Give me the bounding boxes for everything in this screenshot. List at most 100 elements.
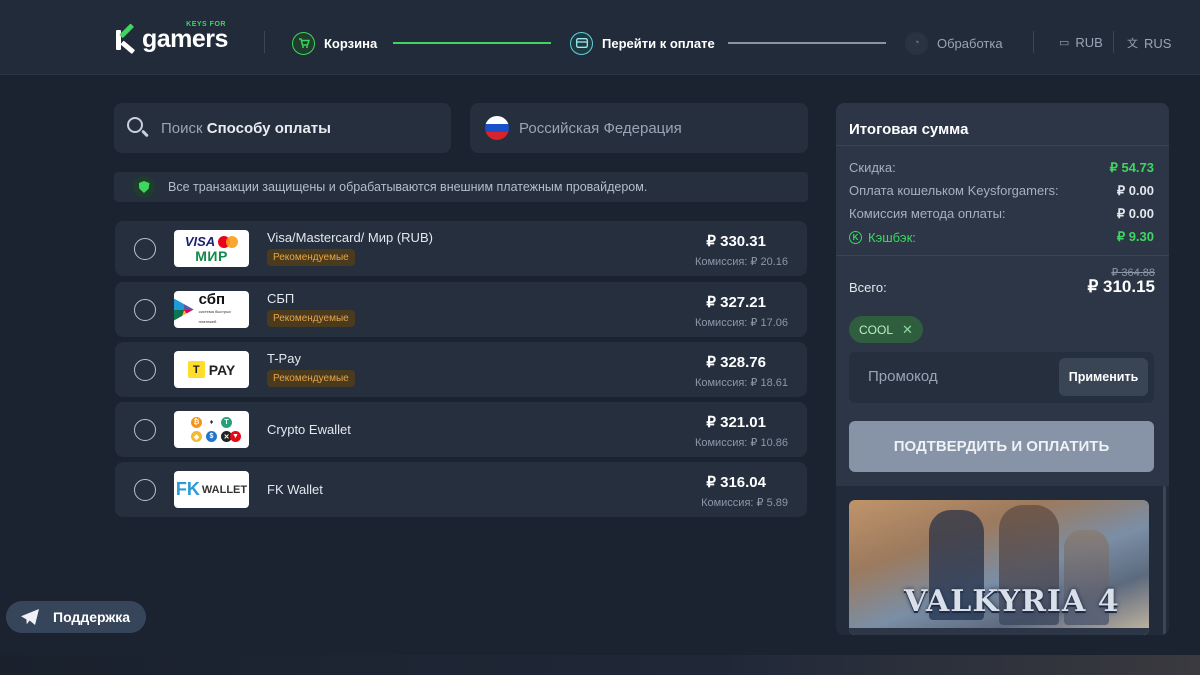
method-price: ₽ 316.04 (706, 474, 766, 491)
method-price: ₽ 327.21 (706, 294, 766, 311)
discount-row: Скидка: ₽ 54.73 (849, 160, 1154, 175)
usdc-icon: $ (206, 431, 217, 442)
step-label: Обработка (937, 35, 1003, 51)
method-fee: Комиссия: ₽ 5.89 (701, 497, 788, 509)
radio-button[interactable] (134, 359, 156, 381)
method-price: ₽ 328.76 (706, 354, 766, 371)
method-name: FK Wallet (267, 482, 323, 497)
recommended-badge: Рекомендуемые (267, 249, 355, 266)
total-label: Всего: (849, 280, 887, 295)
country-label: Российская Федерация (519, 119, 682, 137)
method-name: Visa/Mastercard/ Мир (RUB) (267, 230, 433, 245)
crypto-logos: ₿ ♦ T ◆ $ ✕ ▼ (174, 411, 249, 448)
method-fee: Комиссия: ₽ 17.06 (694, 317, 788, 329)
product-preview: VALKYRIA 4 (836, 486, 1169, 635)
wallet-icon: ▭ (1059, 37, 1070, 49)
game-title: VALKYRIA 4 (904, 584, 1120, 619)
country-selector[interactable]: Российская Федерация (470, 103, 808, 153)
payment-method-card[interactable]: сбп система быстрых платежей СБП Рекоменд… (115, 282, 807, 337)
method-name: Crypto Ewallet (267, 422, 351, 437)
site-logo[interactable]: KEYS FOR gamers (115, 21, 228, 55)
coupon-code: COOL (859, 322, 894, 337)
bitcoin-icon: ₿ (191, 417, 202, 428)
method-price: ₽ 330.31 (706, 233, 766, 250)
total-value: ₽ 310.15 (1087, 277, 1155, 296)
currency-label: RUB (1075, 35, 1103, 50)
method-fee: Комиссия: ₽ 18.61 (694, 377, 788, 389)
method-name: T-Pay (267, 351, 301, 366)
step-payment: Перейти к оплате (570, 31, 715, 55)
cart-icon (292, 31, 315, 55)
logo-k-icon (115, 23, 139, 55)
clock-icon: ◔ (905, 31, 928, 55)
payment-method-card[interactable]: FK WALLET FK Wallet ₽ 316.04 Комиссия: ₽ … (115, 462, 807, 517)
order-summary: Итоговая сумма Скидка: ₽ 54.73 Оплата кош… (836, 103, 1169, 635)
remove-coupon-icon[interactable]: ✕ (902, 322, 913, 338)
payment-method-card[interactable]: T PAY T-Pay Рекомендуемые ₽ 328.76 Комисс… (115, 342, 807, 397)
language-selector[interactable]: 文 RUS (1127, 35, 1171, 51)
sbp-logo: сбп система быстрых платежей (174, 291, 249, 328)
wallet-row: Оплата кошельком Keysforgamers: ₽ 0.00 (849, 183, 1154, 198)
progress-line-pending (728, 42, 886, 44)
search-icon (126, 116, 150, 140)
security-notice: Все транзакции защищены и обрабатываются… (114, 172, 808, 202)
tpay-logo: T PAY (174, 351, 249, 388)
header-divider (264, 31, 265, 53)
fk-wallet-logo: FK WALLET (174, 471, 249, 508)
promo-code-field[interactable]: Промокод Применить (849, 352, 1154, 403)
method-price: ₽ 321.01 (706, 414, 766, 431)
divider (836, 145, 1169, 146)
ethereum-icon: ♦ (206, 417, 217, 428)
notice-text: Все транзакции защищены и обрабатываются… (168, 180, 648, 194)
method-fee-row: Комиссия метода оплаты: ₽ 0.00 (849, 206, 1154, 221)
header-divider (1033, 31, 1034, 53)
mastercard-icon (218, 235, 239, 248)
payment-method-card[interactable]: VISA МИР Visa/Mastercard/ Мир (RUB) Реко… (115, 221, 807, 276)
step-cart[interactable]: Корзина (292, 31, 377, 55)
recommended-badge: Рекомендуемые (267, 370, 355, 387)
game-cover-image[interactable]: VALKYRIA 4 (849, 500, 1149, 635)
radio-button[interactable] (134, 238, 156, 260)
step-label: Корзина (324, 35, 378, 51)
summary-title: Итоговая сумма (849, 121, 969, 138)
divider (836, 255, 1169, 256)
shield-icon (133, 176, 155, 198)
russia-flag-icon (485, 116, 509, 140)
tether-icon: T (221, 417, 232, 428)
tron-icon: ▼ (230, 431, 241, 442)
recommended-badge: Рекомендуемые (267, 310, 355, 327)
logo-small-text: KEYS FOR (186, 21, 226, 28)
visa-mastercard-mir-logo: VISA МИР (174, 230, 249, 267)
payment-method-card[interactable]: ₿ ♦ T ◆ $ ✕ ▼ Crypto Ewallet ₽ 321.01 Ко… (115, 402, 807, 457)
apply-promo-button[interactable]: Применить (1059, 358, 1148, 396)
step-label: Перейти к оплате (602, 35, 715, 51)
search-placeholder: Поиск Способу оплаты (161, 119, 331, 137)
progress-line-done (393, 42, 551, 44)
step-processing: ◔ Обработка (905, 31, 1003, 55)
language-label: RUS (1144, 35, 1172, 51)
telegram-icon (21, 609, 39, 625)
header: KEYS FOR gamers Корзина Перейти к оплате… (0, 0, 1200, 75)
radio-button[interactable] (134, 479, 156, 501)
currency-selector[interactable]: ▭ RUB (1059, 35, 1103, 50)
method-fee: Комиссия: ₽ 10.86 (694, 437, 788, 449)
support-label: Поддержка (53, 609, 131, 625)
logo-text: gamers (142, 25, 228, 53)
scrollbar[interactable] (1163, 486, 1166, 635)
method-fee: Комиссия: ₽ 20.16 (694, 256, 788, 268)
radio-button[interactable] (134, 299, 156, 321)
payment-search-input[interactable]: Поиск Способу оплаты (114, 103, 451, 153)
method-name: СБП (267, 291, 295, 306)
radio-button[interactable] (134, 419, 156, 441)
applied-coupon-chip[interactable]: COOL ✕ (849, 316, 923, 343)
bottom-strip (0, 655, 1200, 675)
support-button[interactable]: Поддержка (6, 601, 146, 633)
cashback-row: K Кэшбэк: ₽ 9.30 (849, 229, 1154, 245)
confirm-pay-button[interactable]: ПОДТВЕРДИТЬ И ОПЛАТИТЬ (849, 421, 1154, 472)
translate-icon: 文 (1127, 38, 1138, 50)
promo-input[interactable]: Промокод (868, 368, 938, 385)
cashback-icon: K (849, 230, 862, 244)
bnb-icon: ◆ (191, 431, 202, 442)
header-divider (1113, 31, 1114, 53)
card-icon (570, 31, 593, 55)
